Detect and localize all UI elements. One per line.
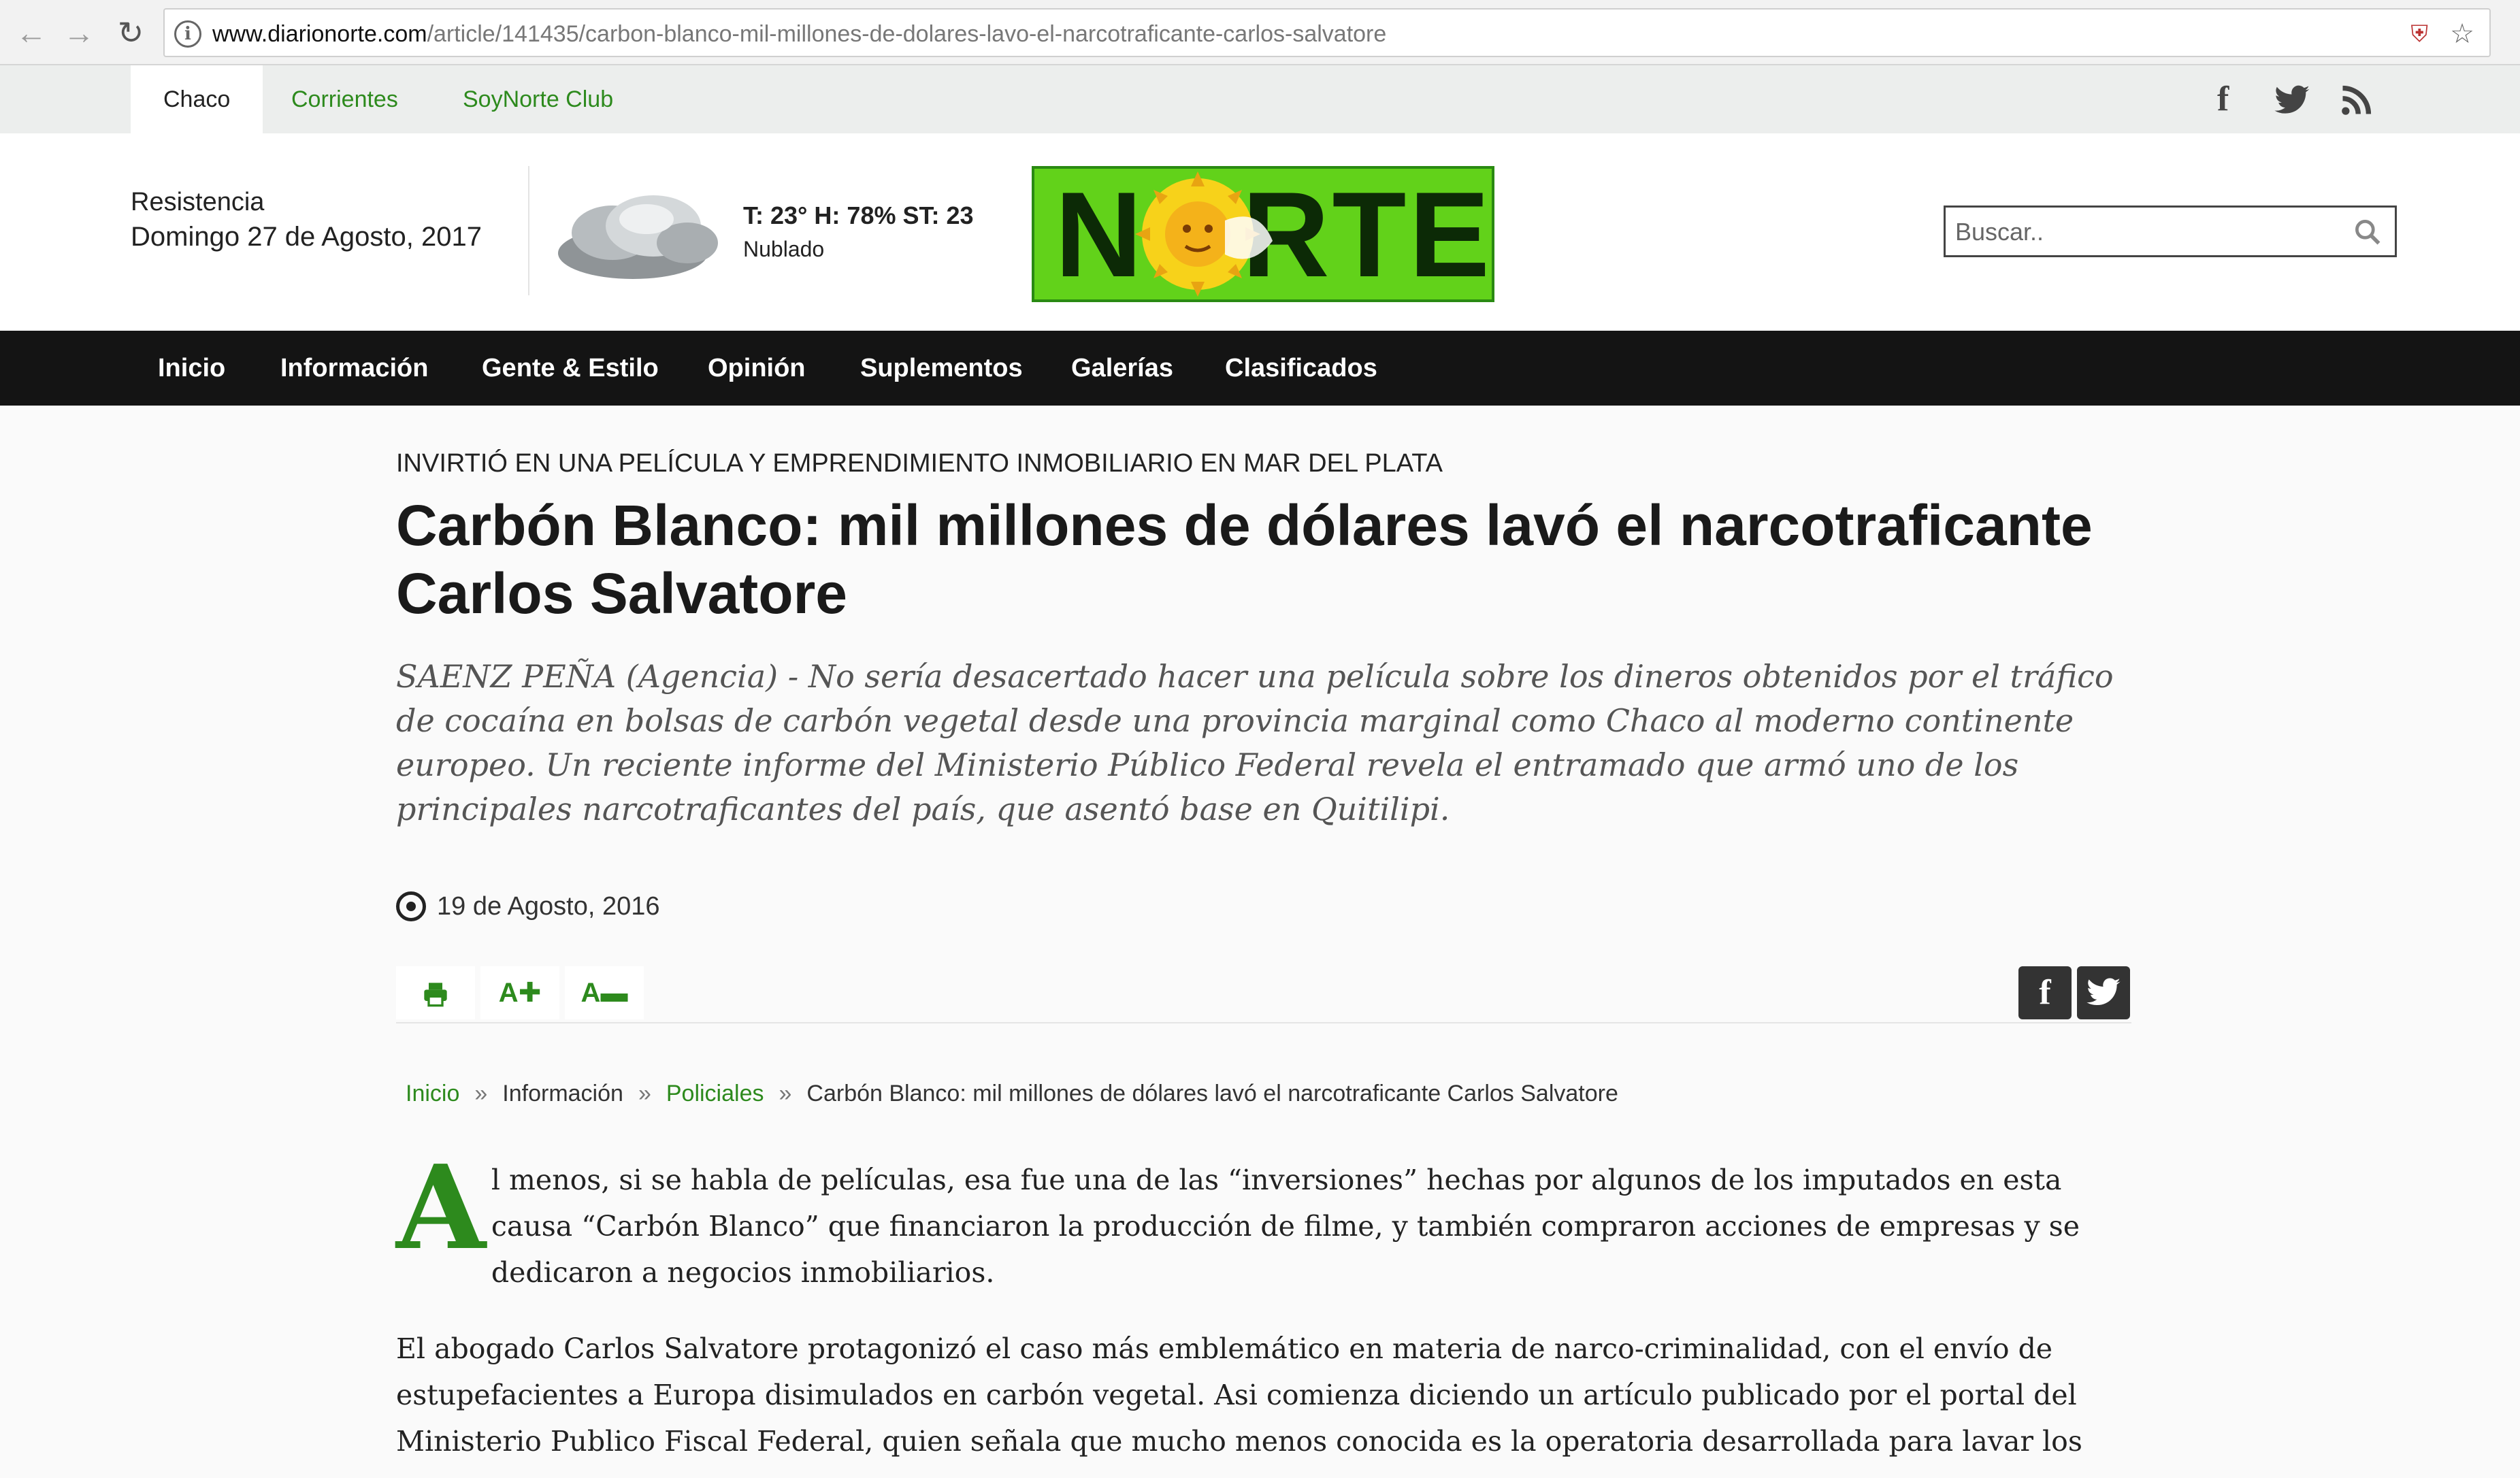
breadcrumb: Inicio » Información » Policiales » Carbón Bla…	[406, 1079, 1618, 1108]
font-increase-button[interactable]: A✚	[480, 966, 559, 1019]
article-date: 19 de Agosto, 2016	[437, 892, 660, 921]
rss-icon[interactable]	[2338, 83, 2374, 118]
tab-corrientes[interactable]: Corrientes	[259, 65, 431, 133]
city-name: Resistencia	[131, 188, 265, 216]
url-text[interactable]: www.diarionorte.com/article/141435/carbo…	[212, 20, 1386, 48]
facebook-icon[interactable]: f	[2217, 78, 2229, 121]
browser-toolbar: ← → ↻ i www.diarionorte.com/article/1414…	[0, 0, 2520, 65]
font-increase-label: A	[498, 978, 519, 1008]
cloud-icon	[558, 195, 718, 279]
nav-informacion[interactable]: Información	[280, 331, 428, 406]
share-facebook-button[interactable]: f	[2018, 966, 2072, 1019]
breadcrumb-current: Carbón Blanco: mil millones de dólares l…	[806, 1081, 1618, 1106]
share-twitter-button[interactable]	[2077, 966, 2130, 1019]
logo-text: NORTE	[1055, 169, 1492, 299]
twitter-icon[interactable]	[2273, 82, 2311, 120]
nav-clasificados[interactable]: Clasificados	[1225, 331, 1377, 406]
article-title: Carbón Blanco: mil millones de dólares l…	[396, 493, 2093, 625]
tab-chaco[interactable]: Chaco	[131, 65, 263, 133]
url-domain: www.diarionorte.com	[212, 21, 427, 47]
nav-suplementos[interactable]: Suplementos	[860, 331, 1023, 406]
back-icon[interactable]: ←	[14, 15, 49, 50]
nav-gente-estilo[interactable]: Gente & Estilo	[482, 331, 659, 406]
twitter-icon	[2087, 978, 2121, 1006]
nav-inicio[interactable]: Inicio	[158, 331, 225, 406]
facebook-icon: f	[2039, 973, 2051, 1012]
breadcrumb-separator: »	[779, 1081, 792, 1106]
breadcrumb-category[interactable]: Policiales	[666, 1081, 764, 1106]
plus-icon: ✚	[518, 978, 542, 1008]
search-box	[1944, 206, 2397, 257]
drop-cap: A	[396, 1140, 486, 1276]
breadcrumb-separator: »	[474, 1081, 488, 1106]
main-nav: Inicio Información Gente & Estilo Opinió…	[0, 331, 2520, 406]
current-date: Domingo 27 de Agosto, 2017	[131, 222, 482, 252]
font-decrease-label: A	[580, 978, 601, 1008]
article-lead: SAENZ PEÑA (Agencia) - No sería desacert…	[396, 658, 2114, 827]
breadcrumb-section[interactable]: Información	[502, 1081, 623, 1106]
print-icon	[424, 983, 447, 1007]
weather-condition: Nublado	[743, 237, 825, 261]
search-input[interactable]	[1955, 214, 2336, 250]
paragraph-text: l menos, si se habla de películas, esa f…	[491, 1164, 2080, 1289]
site-logo[interactable]: NORTE	[1032, 166, 1494, 302]
clock-icon	[396, 891, 426, 921]
divider	[528, 166, 529, 295]
regions-bar: Chaco Corrientes SoyNorte Club	[0, 65, 2520, 133]
font-decrease-button[interactable]: A▬	[565, 966, 644, 1019]
nav-opinion[interactable]: Opinión	[708, 331, 806, 406]
breadcrumb-separator: »	[638, 1081, 651, 1106]
article-kicker: INVIRTIÓ EN UNA PELÍCULA Y EMPRENDIMIENT…	[396, 449, 1443, 478]
print-button[interactable]	[396, 966, 475, 1019]
article-paragraph: El abogado Carlos Salvatore protagonizó …	[396, 1332, 2082, 1458]
address-bar[interactable]: i www.diarionorte.com/article/141435/car…	[163, 8, 2491, 57]
site-header: Resistencia Domingo 27 de Agosto, 2017 T…	[0, 133, 2520, 331]
breadcrumb-home[interactable]: Inicio	[406, 1081, 459, 1106]
tab-soynorte-club[interactable]: SoyNorte Club	[430, 65, 646, 133]
weather-stats: T: 23° H: 78% ST: 23	[743, 201, 974, 229]
search-icon[interactable]	[2353, 217, 2383, 247]
shield-icon[interactable]: ⛨	[2411, 19, 2429, 49]
star-icon[interactable]: ☆	[2450, 19, 2474, 49]
url-path: /article/141435/carbon-blanco-mil-millon…	[427, 21, 1387, 47]
tools-divider	[396, 1022, 2131, 1023]
reload-icon[interactable]: ↻	[113, 15, 148, 50]
forward-icon[interactable]: →	[61, 15, 97, 50]
minus-icon: ▬	[600, 978, 628, 1008]
article-paragraph: Al menos, si se habla de películas, esa …	[396, 1140, 2138, 1296]
nav-galerias[interactable]: Galerías	[1071, 331, 1173, 406]
info-icon[interactable]: i	[174, 20, 201, 48]
